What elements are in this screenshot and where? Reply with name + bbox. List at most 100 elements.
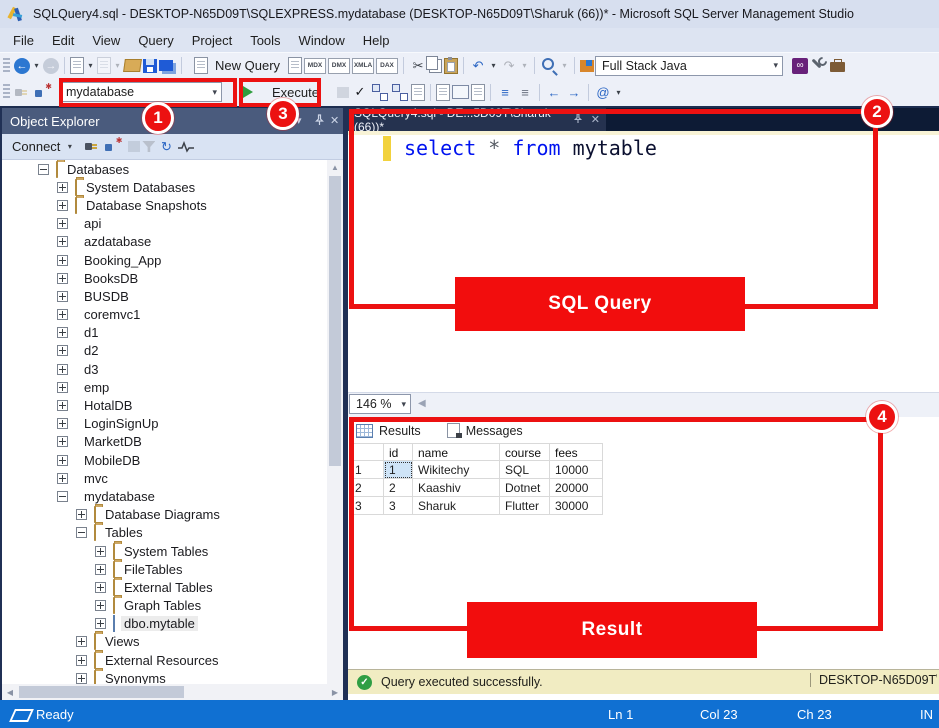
collapse-icon[interactable] <box>38 164 49 175</box>
undo-icon[interactable]: ↶ <box>469 56 487 75</box>
expand-icon[interactable] <box>57 182 68 193</box>
tree-item-d3[interactable]: d3 <box>2 360 327 378</box>
tree-item-busdb[interactable]: BUSDB <box>2 287 327 305</box>
undo-dropdown-icon[interactable]: ▾ <box>489 56 498 75</box>
disconnect-icon[interactable] <box>84 137 102 156</box>
live-query-stats-icon[interactable] <box>391 83 409 102</box>
results-to-grid-icon[interactable] <box>452 85 469 99</box>
uncomment-icon[interactable]: ≡ <box>516 83 534 102</box>
tree-item-tables[interactable]: Tables <box>2 524 327 542</box>
comment-icon[interactable]: ≡ <box>496 83 514 102</box>
nav-back-dropdown-icon[interactable]: ▾ <box>32 56 41 75</box>
filter-icon[interactable] <box>142 141 155 152</box>
expand-icon[interactable] <box>57 382 68 393</box>
disconnect-all-icon[interactable] <box>104 137 122 156</box>
increase-indent-icon[interactable]: → <box>565 83 583 102</box>
expand-icon[interactable] <box>57 200 68 211</box>
scroll-left-icon[interactable]: ◀ <box>2 688 18 697</box>
expand-icon[interactable] <box>95 546 106 557</box>
vertical-scroll-thumb[interactable] <box>329 176 341 466</box>
open-file-icon[interactable] <box>123 59 142 72</box>
horizontal-scroll-thumb[interactable] <box>19 686 184 698</box>
expand-icon[interactable] <box>57 400 68 411</box>
new-dmx-query-icon[interactable]: DMX <box>328 58 350 74</box>
expand-icon[interactable] <box>57 327 68 338</box>
tree-item-booking-app[interactable]: Booking_App <box>2 251 327 269</box>
tree-item-views[interactable]: Views <box>2 633 327 651</box>
expand-icon[interactable] <box>57 455 68 466</box>
wrench-icon[interactable] <box>810 56 828 75</box>
vs-extension-icon[interactable]: ∞ <box>792 58 808 74</box>
new-project-icon[interactable] <box>70 57 84 74</box>
close-icon[interactable]: ✕ <box>330 114 339 127</box>
editor-results-splitter[interactable] <box>348 392 939 418</box>
tree-item-mydatabase[interactable]: mydatabase <box>2 487 327 505</box>
tree-item-graph-tables[interactable]: Graph Tables <box>2 597 327 615</box>
menu-query[interactable]: Query <box>129 30 182 51</box>
solution-configurations-combo-dropdown-icon[interactable]: ▾ <box>774 60 779 71</box>
cut-icon[interactable]: ✂ <box>409 56 427 75</box>
collapse-icon[interactable] <box>57 491 68 502</box>
expand-icon[interactable] <box>57 236 68 247</box>
expand-icon[interactable] <box>95 600 106 611</box>
expand-icon[interactable] <box>95 582 106 593</box>
tree-item-coremvc1[interactable]: coremvc1 <box>2 306 327 324</box>
save-icon[interactable] <box>143 59 157 73</box>
new-project-dropdown-icon[interactable]: ▾ <box>86 56 95 75</box>
menu-view[interactable]: View <box>83 30 129 51</box>
expand-icon[interactable] <box>76 655 87 666</box>
tree-item-api[interactable]: api <box>2 215 327 233</box>
tree-item-booksdb[interactable]: BooksDB <box>2 269 327 287</box>
refresh-icon[interactable]: ↻ <box>157 137 175 156</box>
expand-icon[interactable] <box>76 636 87 647</box>
expand-icon[interactable] <box>57 418 68 429</box>
expand-icon[interactable] <box>76 509 87 520</box>
save-all-icon[interactable] <box>159 60 173 71</box>
tree-item-mobiledb[interactable]: MobileDB <box>2 451 327 469</box>
toolbar-grip[interactable] <box>3 58 10 74</box>
tree-item-hotaldb[interactable]: HotalDB <box>2 396 327 414</box>
tree-item-database-snapshots[interactable]: Database Snapshots <box>2 196 327 214</box>
editor-hscroll-left-icon[interactable]: ◀ <box>418 398 426 409</box>
pin-icon[interactable] <box>314 114 325 129</box>
connect-button[interactable]: Connect <box>8 137 64 156</box>
tree-item-dbo-mytable[interactable]: dbo.mytable <box>2 615 327 633</box>
scroll-right-icon[interactable]: ▶ <box>327 688 343 697</box>
menu-edit[interactable]: Edit <box>43 30 83 51</box>
activity-monitor-icon[interactable] <box>177 137 195 156</box>
decrease-indent-icon[interactable]: ← <box>545 83 563 102</box>
tree-item-loginsignup[interactable]: LoginSignUp <box>2 415 327 433</box>
expand-icon[interactable] <box>76 673 87 684</box>
tree-item-databases[interactable]: Databases <box>2 160 327 178</box>
expand-icon[interactable] <box>57 364 68 375</box>
tree-vertical-scrollbar[interactable]: ▲ ▼ <box>327 160 343 728</box>
tree-item-mvc[interactable]: mvc <box>2 469 327 487</box>
expand-icon[interactable] <box>57 436 68 447</box>
new-query-button[interactable]: New Query <box>186 55 287 76</box>
new-query-doc-icon[interactable] <box>288 57 302 74</box>
expand-icon[interactable] <box>95 564 106 575</box>
new-mdx-query-icon[interactable]: MDX <box>304 58 326 74</box>
template-parameters-icon[interactable]: @ <box>594 83 612 102</box>
expand-icon[interactable] <box>95 618 106 629</box>
tree-item-azdatabase[interactable]: azdatabase <box>2 233 327 251</box>
nav-back-icon[interactable]: ← <box>14 58 30 74</box>
copy-icon[interactable] <box>429 59 442 73</box>
expand-icon[interactable] <box>57 291 68 302</box>
results-to-text-icon[interactable] <box>436 84 450 101</box>
expand-icon[interactable] <box>57 345 68 356</box>
tree-item-external-resources[interactable]: External Resources <box>2 651 327 669</box>
query-options-icon[interactable] <box>411 84 425 101</box>
tree-item-system-tables[interactable]: System Tables <box>2 542 327 560</box>
results-to-file-icon[interactable] <box>471 84 485 101</box>
toolbar-overflow-icon[interactable]: ▾ <box>614 83 623 102</box>
tree-horizontal-scrollbar[interactable]: ◀ ▶ <box>2 684 343 700</box>
new-dax-query-icon[interactable]: DAX <box>376 58 398 74</box>
menu-window[interactable]: Window <box>290 30 354 51</box>
menu-project[interactable]: Project <box>183 30 241 51</box>
tree-item-database-diagrams[interactable]: Database Diagrams <box>2 506 327 524</box>
expand-icon[interactable] <box>57 255 68 266</box>
scroll-up-icon[interactable]: ▲ <box>327 160 343 175</box>
menu-help[interactable]: Help <box>354 30 399 51</box>
tree-item-marketdb[interactable]: MarketDB <box>2 433 327 451</box>
